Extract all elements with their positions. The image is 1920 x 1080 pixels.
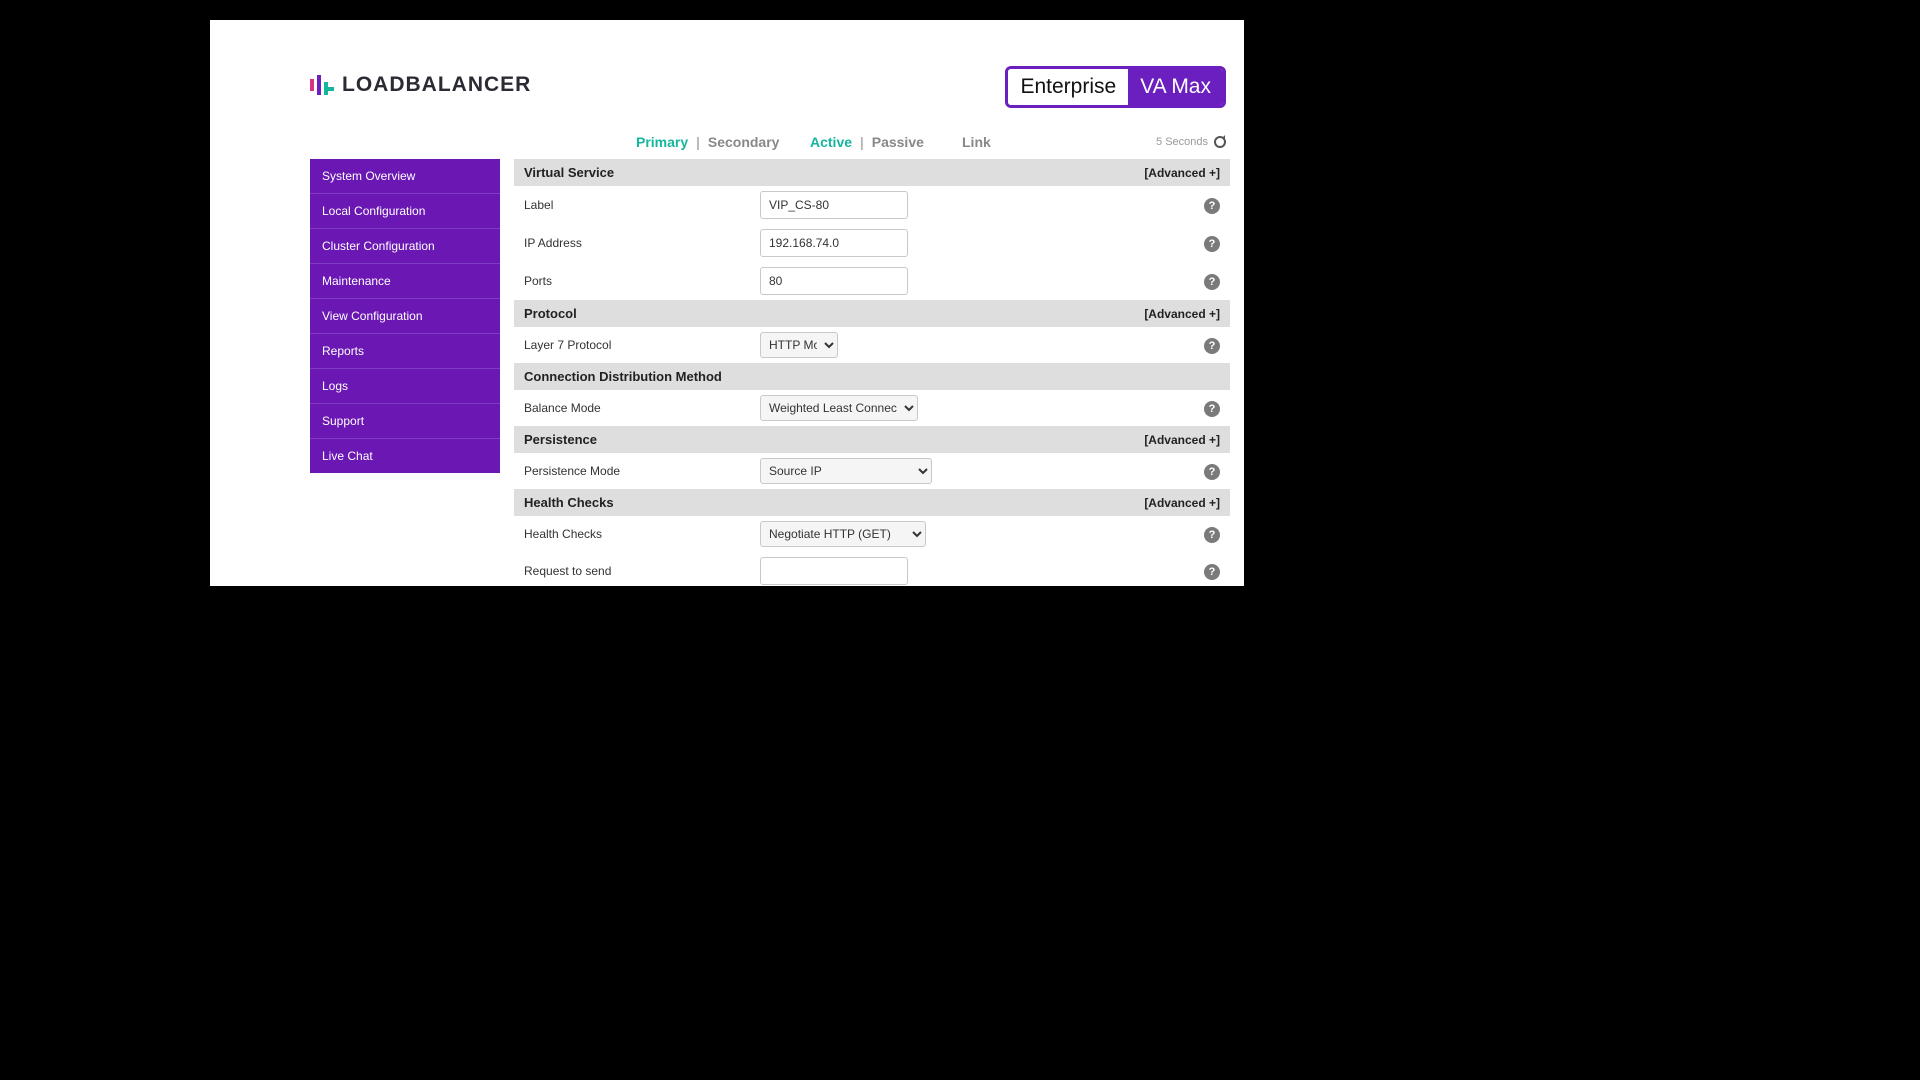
help-icon[interactable]: ? (1204, 527, 1220, 543)
status-link: Link (962, 134, 991, 150)
sidebar-item-reports[interactable]: Reports (310, 334, 500, 369)
section-header-conn-dist: Connection Distribution Method (514, 363, 1230, 390)
status-secondary: Secondary (708, 134, 780, 150)
row-persistence-mode: Persistence Mode Source IP ? (514, 453, 1230, 489)
select-balance-mode[interactable]: Weighted Least Connections (760, 395, 918, 421)
label-label: Label (524, 198, 760, 212)
logo-icon (310, 75, 334, 95)
header: LOADBALANCER Enterprise VA Max (210, 20, 1244, 125)
advanced-toggle-health-checks[interactable]: [Advanced +] (1144, 496, 1220, 510)
app-window: LOADBALANCER Enterprise VA Max Primary |… (210, 20, 1244, 586)
section-title: Connection Distribution Method (524, 369, 722, 384)
row-ports: Ports ? (514, 262, 1230, 300)
status-refresh[interactable]: 5 Seconds (1156, 136, 1226, 148)
status-bar: Primary | Secondary Active | Passive Lin… (210, 125, 1244, 159)
label-ports: Ports (524, 274, 760, 288)
input-label[interactable] (760, 191, 908, 219)
select-persistence-mode[interactable]: Source IP (760, 458, 932, 484)
help-icon[interactable]: ? (1204, 236, 1220, 252)
sidebar-item-system-overview[interactable]: System Overview (310, 159, 500, 194)
advanced-toggle-protocol[interactable]: [Advanced +] (1144, 307, 1220, 321)
label-health-checks: Health Checks (524, 527, 760, 541)
body: System Overview Local Configuration Clus… (210, 159, 1244, 586)
sidebar-item-maintenance[interactable]: Maintenance (310, 264, 500, 299)
help-icon[interactable]: ? (1204, 338, 1220, 354)
status-primary: Primary (636, 134, 688, 150)
input-ip[interactable] (760, 229, 908, 257)
sidebar-item-support[interactable]: Support (310, 404, 500, 439)
row-request-to-send: Request to send ? (514, 552, 1230, 586)
content: Virtual Service [Advanced +] Label ? IP … (514, 159, 1230, 586)
brand-name: LOADBALANCER (342, 73, 531, 97)
edition-right: VA Max (1128, 69, 1223, 105)
advanced-toggle-virtual-service[interactable]: [Advanced +] (1144, 166, 1220, 180)
section-header-virtual-service: Virtual Service [Advanced +] (514, 159, 1230, 186)
help-icon[interactable]: ? (1204, 274, 1220, 290)
status-ha-state: Active | Passive (810, 134, 924, 150)
help-icon[interactable]: ? (1204, 401, 1220, 417)
label-persistence-mode: Persistence Mode (524, 464, 760, 478)
select-health-checks[interactable]: Negotiate HTTP (GET) (760, 521, 926, 547)
section-title: Virtual Service (524, 165, 614, 180)
section-title: Health Checks (524, 495, 614, 510)
sidebar: System Overview Local Configuration Clus… (310, 159, 500, 473)
row-l7-protocol: Layer 7 Protocol HTTP Mode ? (514, 327, 1230, 363)
label-l7-protocol: Layer 7 Protocol (524, 338, 760, 352)
input-ports[interactable] (760, 267, 908, 295)
sidebar-item-logs[interactable]: Logs (310, 369, 500, 404)
status-active: Active (810, 134, 852, 150)
section-header-protocol: Protocol [Advanced +] (514, 300, 1230, 327)
section-title: Persistence (524, 432, 597, 447)
status-passive: Passive (872, 134, 924, 150)
label-ip: IP Address (524, 236, 760, 250)
help-icon[interactable]: ? (1204, 464, 1220, 480)
row-balance-mode: Balance Mode Weighted Least Connections … (514, 390, 1230, 426)
status-ha-role: Primary | Secondary (636, 134, 779, 150)
help-icon[interactable]: ? (1204, 564, 1220, 580)
select-l7-protocol[interactable]: HTTP Mode (760, 332, 838, 358)
status-refresh-text: 5 Seconds (1156, 136, 1208, 148)
label-request-to-send: Request to send (524, 564, 760, 578)
row-label: Label ? (514, 186, 1230, 224)
brand-logo: LOADBALANCER (310, 73, 531, 97)
edition-left: Enterprise (1008, 69, 1128, 105)
input-request-to-send[interactable] (760, 557, 908, 585)
section-header-health-checks: Health Checks [Advanced +] (514, 489, 1230, 516)
section-title: Protocol (524, 306, 577, 321)
edition-badge: Enterprise VA Max (1005, 66, 1226, 108)
row-health-checks: Health Checks Negotiate HTTP (GET) ? (514, 516, 1230, 552)
advanced-toggle-persistence[interactable]: [Advanced +] (1144, 433, 1220, 447)
label-balance-mode: Balance Mode (524, 401, 760, 415)
sidebar-item-view-configuration[interactable]: View Configuration (310, 299, 500, 334)
help-icon[interactable]: ? (1204, 198, 1220, 214)
refresh-icon (1214, 136, 1226, 148)
sidebar-item-cluster-configuration[interactable]: Cluster Configuration (310, 229, 500, 264)
section-header-persistence: Persistence [Advanced +] (514, 426, 1230, 453)
sidebar-item-local-configuration[interactable]: Local Configuration (310, 194, 500, 229)
row-ip: IP Address ? (514, 224, 1230, 262)
sidebar-item-live-chat[interactable]: Live Chat (310, 439, 500, 473)
